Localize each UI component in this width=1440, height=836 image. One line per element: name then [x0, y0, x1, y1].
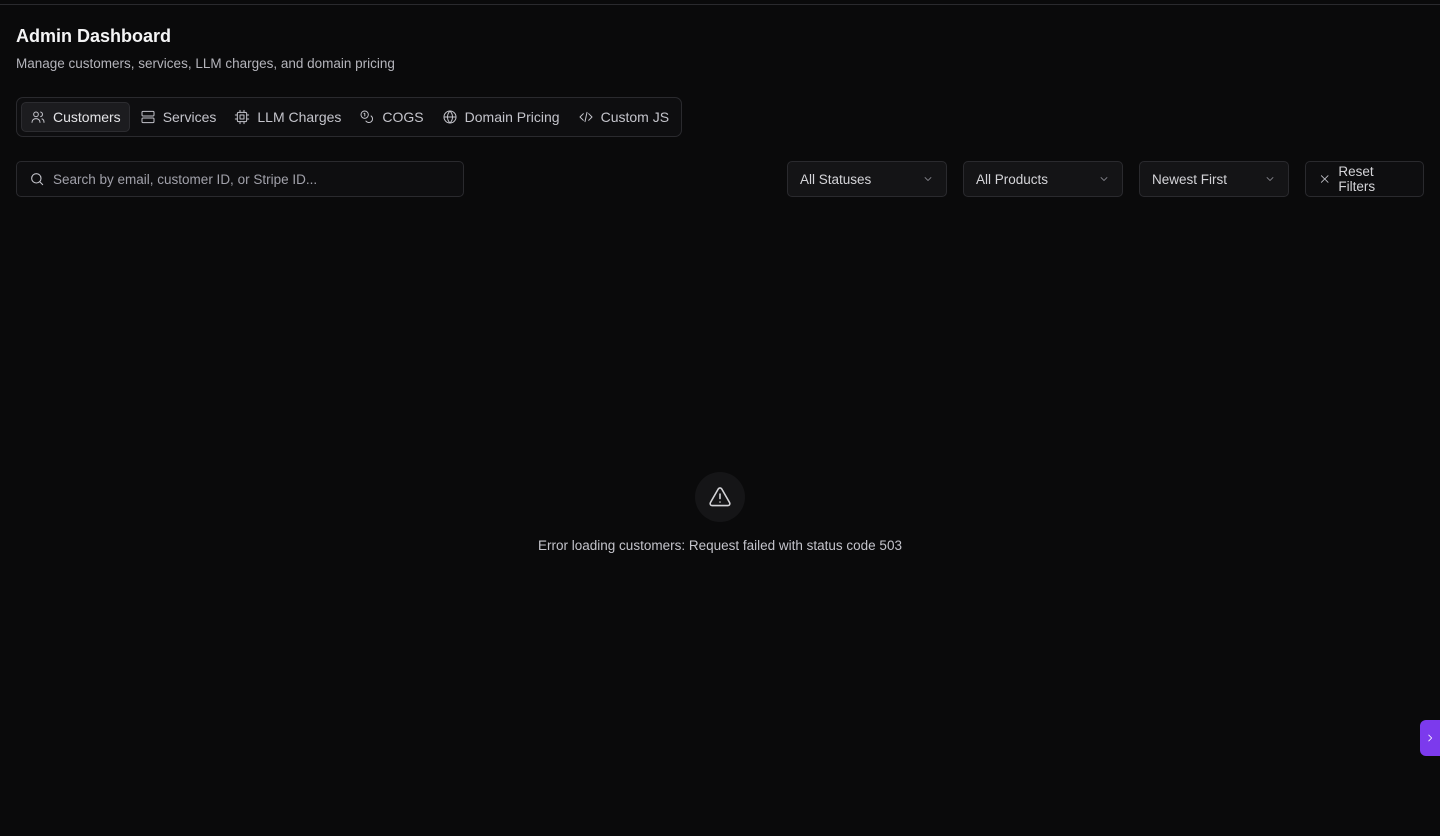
page-header: Admin Dashboard Manage customers, servic…: [16, 25, 395, 73]
chevron-right-icon: [1428, 734, 1433, 742]
reset-filters-label: Reset Filters: [1338, 164, 1376, 194]
product-filter-select[interactable]: All Products: [963, 161, 1123, 197]
users-icon: [31, 111, 45, 123]
status-filter-select[interactable]: All Statuses: [787, 161, 947, 197]
customer-search: [16, 161, 464, 197]
chevron-down-icon: [924, 177, 932, 181]
chevron-down-icon: [1100, 177, 1108, 181]
tab-domain-pricing[interactable]: Domain Pricing: [434, 102, 568, 132]
tab-label: Custom JS: [600, 109, 670, 125]
side-panel-toggle[interactable]: [1420, 720, 1440, 756]
server-icon: [141, 110, 155, 124]
tab-label: Services: [162, 109, 217, 125]
search-icon: [31, 173, 44, 186]
error-message: Error loading customers: Request failed …: [538, 538, 902, 553]
sort-value: Newest First: [1152, 171, 1228, 187]
top-divider: [0, 4, 1440, 5]
globe-icon: [443, 110, 457, 124]
tab-label: LLM Charges: [257, 109, 342, 125]
coins-icon: [360, 110, 374, 124]
warning-triangle-icon: [709, 487, 731, 507]
error-icon-badge: [695, 472, 745, 522]
error-state: Error loading customers: Request failed …: [0, 472, 1440, 553]
tab-label: COGS: [382, 109, 424, 125]
reset-filters-button[interactable]: Reset Filters: [1305, 161, 1424, 197]
admin-tabs: Customers Services LLM Charges COGS Doma…: [16, 97, 683, 137]
tab-custom-js[interactable]: Custom JS: [570, 102, 677, 132]
page-subtitle: Manage customers, services, LLM charges,…: [16, 56, 395, 71]
tab-label: Domain Pricing: [464, 109, 560, 125]
tab-customers[interactable]: Customers: [21, 102, 130, 132]
tab-cogs[interactable]: COGS: [351, 102, 431, 132]
tab-label: Customers: [53, 109, 121, 125]
status-filter-value: All Statuses: [800, 171, 872, 187]
code-icon: [579, 111, 593, 123]
search-input[interactable]: [53, 171, 451, 187]
chevron-down-icon: [1266, 177, 1274, 181]
sort-select[interactable]: Newest First: [1139, 161, 1289, 197]
page-title: Admin Dashboard: [16, 26, 172, 46]
tab-llm-charges[interactable]: LLM Charges: [226, 102, 349, 132]
product-filter-value: All Products: [976, 171, 1049, 187]
close-icon: [1320, 175, 1329, 183]
cpu-icon: [235, 109, 250, 125]
tab-services[interactable]: Services: [132, 102, 225, 132]
